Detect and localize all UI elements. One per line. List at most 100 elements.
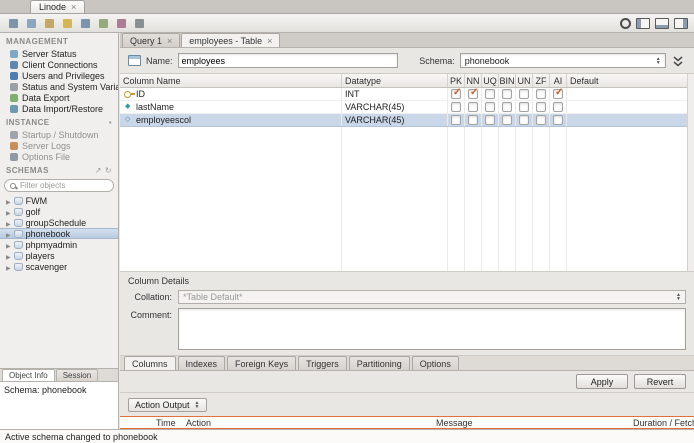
checkbox-zf[interactable] [533, 101, 550, 113]
sidebar-item[interactable]: Data Import/Restore [0, 103, 118, 114]
toggle-left-sidebar-icon[interactable] [636, 17, 650, 29]
sidebar-item[interactable]: Startup / Shutdown [0, 129, 118, 140]
schema-tree-item[interactable]: FWM [0, 195, 118, 206]
close-icon[interactable] [267, 36, 272, 46]
toolbar-left-group [6, 16, 147, 31]
sidebar-item[interactable]: Status and System Variable [0, 81, 118, 92]
schema-icon [13, 240, 23, 249]
chevron-right-icon[interactable] [6, 229, 11, 239]
revert-button[interactable]: Revert [634, 374, 686, 389]
editor-section-tab[interactable]: Options [411, 356, 459, 370]
sidebar-item[interactable]: Client Connections [0, 59, 118, 70]
table-row[interactable]: employeescol VARCHAR(45) [120, 114, 694, 127]
checkbox-uq[interactable] [482, 101, 499, 113]
schema-tree-item[interactable]: players [0, 250, 118, 261]
checkbox-nn[interactable] [465, 114, 482, 126]
checkbox-ai[interactable] [550, 87, 567, 100]
editor-section-tab[interactable]: Triggers [298, 356, 347, 370]
schema-filter-input[interactable] [20, 181, 100, 190]
sidebar-item[interactable]: Server Status [0, 48, 118, 59]
management-list: Server Status Client Connections Users a… [0, 48, 118, 114]
checkbox-pk[interactable] [448, 114, 465, 126]
create-procedure-icon[interactable] [114, 16, 129, 31]
grid-empty-area[interactable] [120, 127, 694, 271]
schema-tree-item[interactable]: groupSchedule [0, 217, 118, 228]
help-icon[interactable] [620, 17, 631, 29]
startup-shutdown-icon [10, 130, 18, 139]
editor-tab-strip: Query 1 employees - Table [120, 33, 694, 48]
chevron-right-icon[interactable] [6, 196, 11, 206]
editor-tab[interactable]: Query 1 [122, 33, 181, 47]
chevron-right-icon[interactable] [6, 240, 11, 250]
collation-label: Collation: [134, 292, 172, 302]
checkbox-uq[interactable] [482, 114, 499, 126]
columns-grid: Column Name Datatype PK NN UQ BIN UN ZF … [120, 74, 694, 272]
create-schema-icon[interactable] [60, 16, 75, 31]
checkbox-un[interactable] [516, 114, 533, 126]
open-script-icon[interactable] [42, 16, 57, 31]
sidebar-item[interactable]: Options File [0, 151, 118, 162]
editor-section-tab[interactable]: Columns [124, 356, 176, 370]
table-row[interactable]: lastName VARCHAR(45) [120, 101, 694, 114]
schema-label: players [25, 250, 55, 261]
editor-tab[interactable]: employees - Table [181, 33, 281, 47]
editor-section-tab[interactable]: Foreign Keys [227, 356, 297, 370]
checkbox-un[interactable] [516, 101, 533, 113]
create-table-icon[interactable] [78, 16, 93, 31]
search-data-icon[interactable] [132, 16, 147, 31]
schema-tree-item[interactable]: phonebook [0, 228, 118, 239]
editor-section-tab[interactable]: Partitioning [348, 356, 410, 370]
schema-filter[interactable] [4, 179, 114, 192]
editor-section-tab[interactable]: Indexes [177, 356, 226, 370]
schema-tree-item[interactable]: golf [0, 206, 118, 217]
new-connection-icon[interactable] [6, 16, 21, 31]
toggle-output-area-icon[interactable] [655, 17, 669, 29]
output-selector[interactable]: Action Output ▲ ▼ [128, 397, 207, 412]
collapse-header-button[interactable] [671, 53, 686, 69]
connection-tab[interactable]: Linode [30, 0, 86, 13]
chevron-right-icon[interactable] [6, 207, 11, 217]
schema-icon [13, 229, 23, 238]
sidebar-item[interactable]: Users and Privileges [0, 70, 118, 81]
schemas-section: SCHEMAS ↗ ↻ FWM [0, 162, 118, 368]
comment-textarea[interactable] [178, 308, 686, 350]
close-icon[interactable] [71, 2, 76, 12]
checkbox-pk[interactable] [448, 87, 465, 100]
create-view-icon[interactable] [96, 16, 111, 31]
expand-schemas-icon[interactable]: ↗ [95, 166, 102, 175]
table-name-input[interactable] [177, 53, 398, 68]
sidebar-item[interactable]: Server Logs [0, 140, 118, 151]
checkbox-pk[interactable] [448, 101, 465, 113]
checkbox-uq[interactable] [482, 88, 499, 100]
grid-scrollbar[interactable] [687, 74, 694, 271]
schema-tree-item[interactable]: phpmyadmin [0, 239, 118, 250]
checkbox-bin[interactable] [499, 114, 516, 126]
schema-tree-item[interactable]: scavenger [0, 261, 118, 272]
checkbox-zf[interactable] [533, 88, 550, 100]
apply-button[interactable]: Apply [576, 374, 628, 389]
sidebar-item[interactable]: Data Export [0, 92, 118, 103]
toggle-right-sidebar-icon[interactable] [674, 17, 688, 29]
schema-tree: FWM golf groupSchedule [0, 195, 118, 272]
checkbox-zf[interactable] [533, 114, 550, 126]
checkbox-nn[interactable] [465, 87, 482, 100]
checkbox-nn[interactable] [465, 101, 482, 113]
close-icon[interactable] [167, 36, 172, 46]
checkbox-un[interactable] [516, 88, 533, 100]
chevron-right-icon[interactable] [6, 218, 11, 228]
checkbox-bin[interactable] [499, 88, 516, 100]
sidebar-item-label: Data Import/Restore [22, 103, 104, 114]
checkbox-ai[interactable] [550, 101, 567, 113]
collation-select[interactable]: *Table Default* ▲ ▼ [178, 290, 686, 304]
chevron-right-icon[interactable] [6, 262, 11, 272]
info-panel-tab[interactable]: Object Info [2, 369, 55, 381]
info-panel-tab[interactable]: Session [55, 369, 99, 381]
instance-menu-icon[interactable]: ▪ [109, 118, 112, 127]
new-query-tab-icon[interactable] [24, 16, 39, 31]
checkbox-ai[interactable] [550, 114, 567, 126]
chevron-right-icon[interactable] [6, 251, 11, 261]
schema-select[interactable]: phonebook ▲ ▼ [459, 53, 666, 68]
refresh-schemas-icon[interactable]: ↻ [105, 166, 112, 175]
table-row[interactable]: ID INT [120, 87, 694, 101]
checkbox-bin[interactable] [499, 101, 516, 113]
